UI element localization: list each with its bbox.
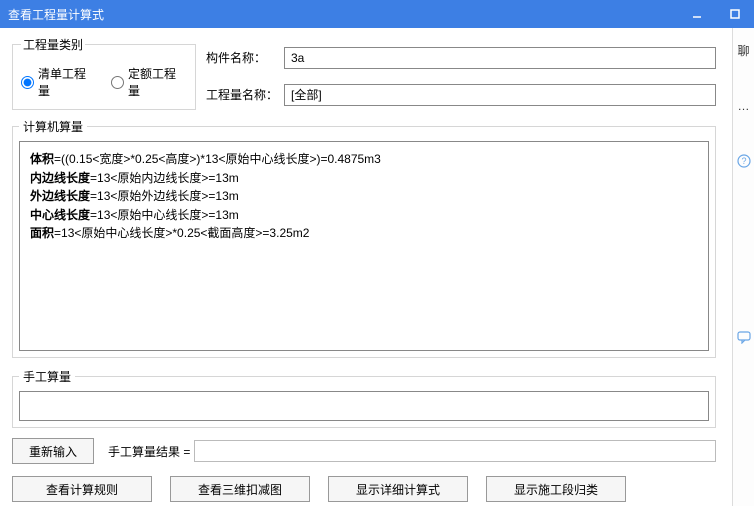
manual-result-label: 手工算量结果 = <box>108 443 190 460</box>
maximize-icon <box>729 8 741 20</box>
radio-list-label: 清单工程量 <box>38 65 97 99</box>
formula-line: 外边线长度=13<原始外边线长度>=13m <box>30 187 698 206</box>
quantity-type-group: 工程量类别 清单工程量 定额工程量 <box>12 36 196 110</box>
content-area: 工程量类别 清单工程量 定额工程量 构件名称： 工程量名称： 计算机算量 体积=… <box>0 28 728 506</box>
reset-button[interactable]: 重新输入 <box>12 438 94 464</box>
svg-text:?: ? <box>741 156 746 166</box>
view-deduction-button[interactable]: 查看三维扣减图 <box>170 476 310 502</box>
radio-list-input[interactable] <box>21 76 34 89</box>
quantity-type-legend: 工程量类别 <box>21 36 85 53</box>
component-name-field[interactable] <box>284 47 716 69</box>
chat-icon[interactable] <box>736 329 752 345</box>
show-detail-button[interactable]: 显示详细计算式 <box>328 476 468 502</box>
show-segment-button[interactable]: 显示施工段归类 <box>486 476 626 502</box>
computer-calc-legend: 计算机算量 <box>19 118 87 135</box>
side-label-1[interactable]: 聊 <box>737 42 749 59</box>
computer-calc-group: 计算机算量 体积=((0.15<宽度>*0.25<高度>)*13<原始中心线长度… <box>12 118 716 358</box>
formula-line: 内边线长度=13<原始内边线长度>=13m <box>30 169 698 188</box>
radio-quota-label: 定额工程量 <box>128 65 187 99</box>
component-name-label: 构件名称： <box>206 49 284 66</box>
side-panel-sliver: 聊 … ? <box>732 28 754 506</box>
window-title: 查看工程量计算式 <box>8 6 678 23</box>
quantity-name-label: 工程量名称： <box>206 86 284 103</box>
formula-line: 面积=13<原始中心线长度>*0.25<截面高度>=3.25m2 <box>30 224 698 243</box>
quantity-name-field[interactable] <box>284 84 716 106</box>
manual-result-field <box>194 440 716 462</box>
formula-line: 中心线长度=13<原始中心线长度>=13m <box>30 206 698 225</box>
radio-quota-quantity[interactable]: 定额工程量 <box>111 65 187 99</box>
manual-calc-input[interactable] <box>19 391 709 421</box>
manual-calc-group: 手工算量 <box>12 368 716 428</box>
titlebar: 查看工程量计算式 <box>0 0 754 28</box>
help-icon[interactable]: ? <box>736 153 752 169</box>
maximize-button[interactable] <box>716 0 754 28</box>
minimize-icon <box>691 8 703 20</box>
formula-box[interactable]: 体积=((0.15<宽度>*0.25<高度>)*13<原始中心线长度>)=0.4… <box>19 141 709 351</box>
side-label-2[interactable]: … <box>738 99 750 113</box>
radio-list-quantity[interactable]: 清单工程量 <box>21 65 97 99</box>
formula-line: 体积=((0.15<宽度>*0.25<高度>)*13<原始中心线长度>)=0.4… <box>30 150 698 169</box>
radio-quota-input[interactable] <box>111 76 124 89</box>
minimize-button[interactable] <box>678 0 716 28</box>
manual-calc-legend: 手工算量 <box>19 368 75 385</box>
view-rules-button[interactable]: 查看计算规则 <box>12 476 152 502</box>
